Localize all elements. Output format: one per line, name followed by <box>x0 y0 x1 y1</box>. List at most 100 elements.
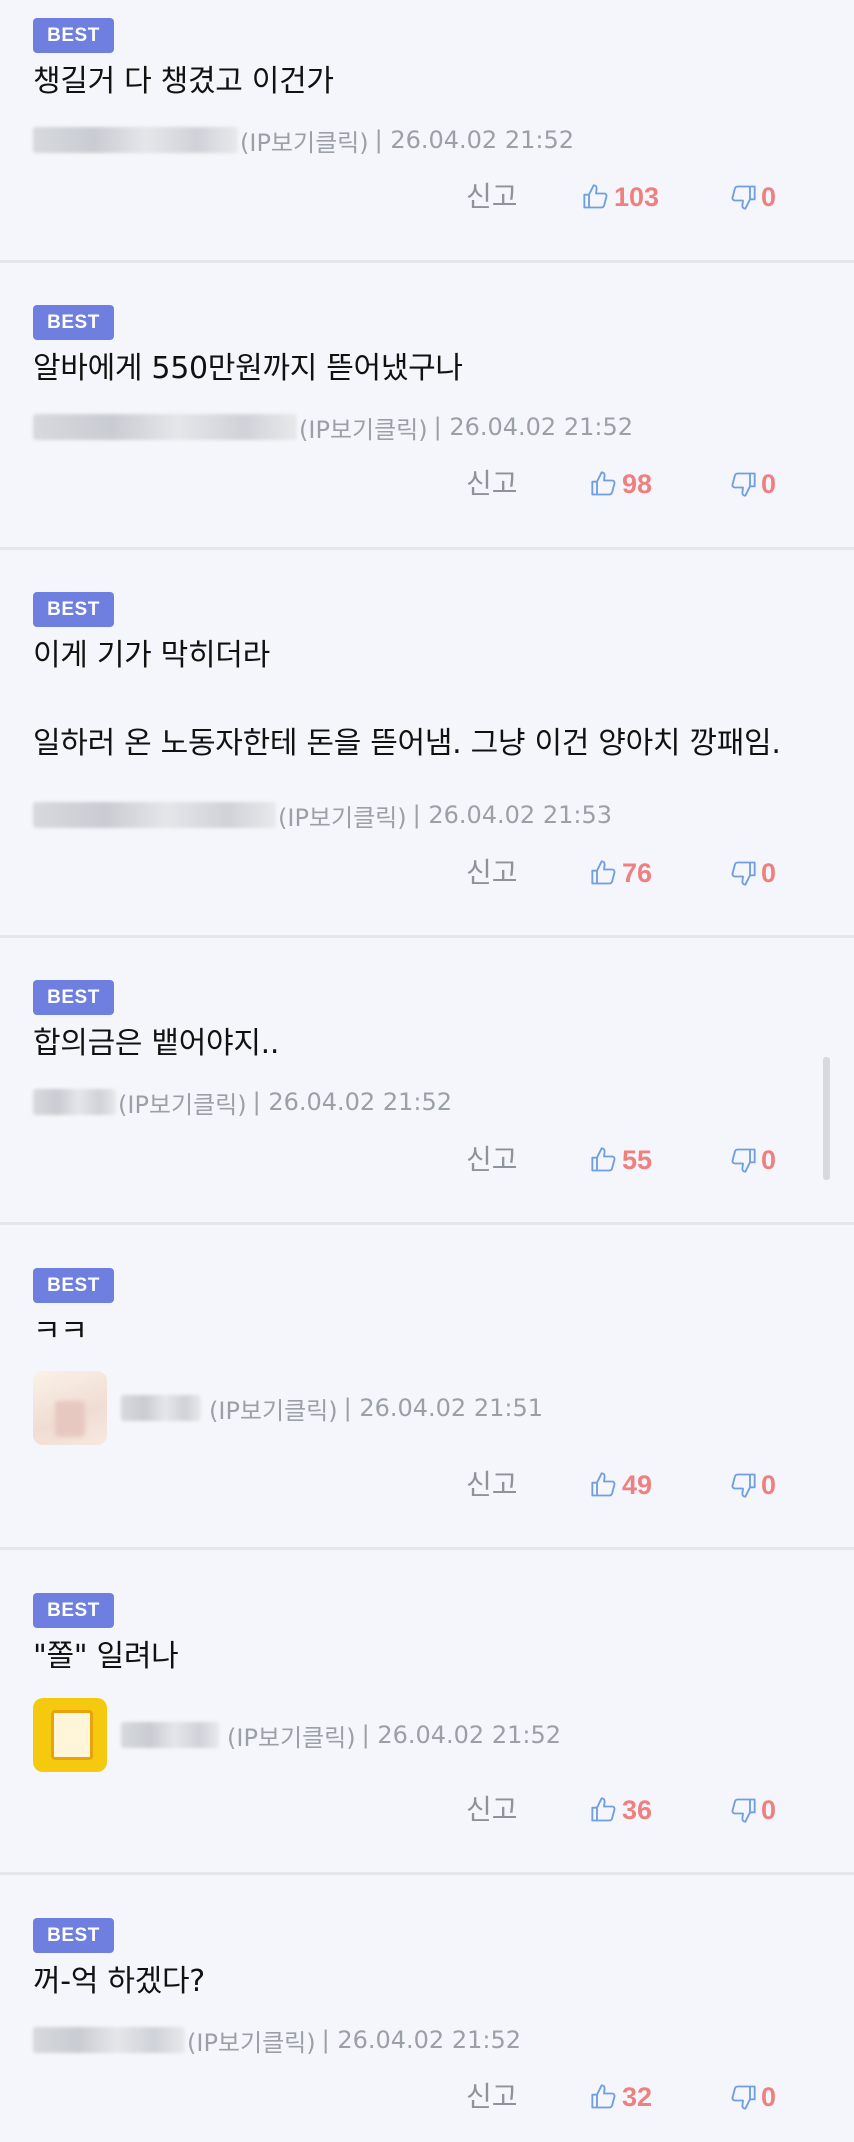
report-button[interactable]: 신고 <box>466 2077 518 2117</box>
report-button[interactable]: 신고 <box>466 853 518 893</box>
comment-meta: (IP보기클릭) | 26.04.02 21:52 <box>33 1698 561 1772</box>
comment-item: BEST 합의금은 뱉어야지.. (IP보기클릭) | 26.04.02 21:… <box>0 938 854 1225</box>
like-button[interactable]: 98 <box>590 464 652 504</box>
comment-meta: (IP보기클릭) | 26.04.02 21:52 <box>33 407 633 447</box>
author-name-blurred[interactable] <box>33 2027 185 2053</box>
best-badge: BEST <box>33 1268 114 1303</box>
comment-item: BEST 이게 기가 막히더라 일하러 온 노동자한테 돈을 뜯어냄. 그냥 이… <box>0 550 854 938</box>
best-badge: BEST <box>33 1918 114 1953</box>
comment-item: BEST 꺼-억 하겠다? (IP보기클릭) | 26.04.02 21:52 … <box>0 1875 854 2142</box>
author-name-blurred[interactable] <box>33 414 297 440</box>
dislike-button[interactable]: 0 <box>729 177 776 217</box>
dislike-button[interactable]: 0 <box>729 1790 776 1830</box>
like-count: 76 <box>622 857 653 888</box>
thumbs-up-icon <box>591 1797 616 1822</box>
comment-text: ㅋㅋ <box>33 1314 88 1340</box>
dislike-button[interactable]: 0 <box>729 2077 776 2117</box>
comment-text: 이게 기가 막히더라 일하러 온 노동자한테 돈을 뜯어냄. 그냥 이건 양아치… <box>33 638 781 761</box>
comment-date: | 26.04.02 21:52 <box>433 413 633 441</box>
comment-text: 알바에게 550만원까지 뜯어냈구나 <box>33 351 463 386</box>
author-name-blurred[interactable] <box>121 1722 219 1748</box>
author-name-blurred[interactable] <box>121 1395 201 1421</box>
like-button[interactable]: 103 <box>582 177 659 217</box>
dislike-count: 0 <box>761 857 777 888</box>
comment-item: BEST 챙길거 다 챙겼고 이건가 (IP보기클릭) | 26.04.02 2… <box>0 0 854 263</box>
thumbs-up-icon <box>591 2084 616 2109</box>
thumbs-down-icon <box>731 472 756 497</box>
like-button[interactable]: 76 <box>590 853 652 893</box>
like-count: 98 <box>622 468 653 499</box>
thumbs-up-icon <box>591 860 616 885</box>
user-avatar[interactable] <box>33 1698 107 1772</box>
ip-link[interactable]: (IP보기클릭) <box>278 798 407 833</box>
thumbs-up-icon <box>591 471 616 496</box>
best-badge: BEST <box>33 980 114 1015</box>
comment-actions: 신고 32 0 <box>0 2077 854 2117</box>
dislike-count: 0 <box>761 1794 777 1825</box>
dislike-button[interactable]: 0 <box>729 1465 776 1505</box>
best-badge: BEST <box>33 305 114 340</box>
comment-actions: 신고 49 0 <box>0 1465 854 1505</box>
comment-text: 합의금은 뱉어야지.. <box>33 1026 280 1061</box>
scrollbar-thumb[interactable] <box>823 1057 830 1180</box>
comment-meta: (IP보기클릭) | 26.04.02 21:52 <box>33 1082 452 1122</box>
thumbs-up-icon <box>591 1472 616 1497</box>
dislike-count: 0 <box>761 181 777 212</box>
comment-date: | 26.04.02 21:52 <box>361 1721 561 1749</box>
report-button[interactable]: 신고 <box>466 1140 518 1180</box>
comment-meta: (IP보기클릭) | 26.04.02 21:52 <box>33 120 574 160</box>
author-name-blurred[interactable] <box>33 802 276 828</box>
like-button[interactable]: 49 <box>590 1465 652 1505</box>
ip-link[interactable]: (IP보기클릭) <box>227 1718 356 1753</box>
comment-date: | 26.04.02 21:51 <box>343 1394 543 1422</box>
dislike-button[interactable]: 0 <box>729 853 776 893</box>
comment-date: | 26.04.02 21:52 <box>252 1088 452 1116</box>
thumbs-down-icon <box>731 1798 756 1823</box>
report-button[interactable]: 신고 <box>466 464 518 504</box>
like-count: 36 <box>622 1794 653 1825</box>
dislike-button[interactable]: 0 <box>729 1140 776 1180</box>
like-count: 55 <box>622 1144 653 1175</box>
thumbs-up-icon <box>583 184 608 209</box>
thumbs-down-icon <box>731 1148 756 1173</box>
like-count: 103 <box>614 181 660 212</box>
comment-item: BEST ㅋㅋ (IP보기클릭) | 26.04.02 21:51 신고 49 … <box>0 1225 854 1550</box>
dislike-count: 0 <box>761 1144 777 1175</box>
author-name-blurred[interactable] <box>33 127 238 153</box>
like-button[interactable]: 55 <box>590 1140 652 1180</box>
ip-link[interactable]: (IP보기클릭) <box>299 410 428 445</box>
comment-meta: (IP보기클릭) | 26.04.02 21:52 <box>33 2020 521 2060</box>
user-avatar[interactable] <box>33 1371 107 1445</box>
comment-date: | 26.04.02 21:52 <box>374 126 574 154</box>
comment-item: BEST 알바에게 550만원까지 뜯어냈구나 (IP보기클릭) | 26.04… <box>0 263 854 550</box>
dislike-count: 0 <box>761 2081 777 2112</box>
dislike-count: 0 <box>761 468 777 499</box>
thumbs-down-icon <box>731 185 756 210</box>
like-count: 32 <box>622 2081 653 2112</box>
ip-link[interactable]: (IP보기클릭) <box>118 1085 247 1120</box>
comment-actions: 신고 103 0 <box>0 177 854 217</box>
comment-actions: 신고 76 0 <box>0 853 854 893</box>
comment-meta: (IP보기클릭) | 26.04.02 21:51 <box>33 1371 543 1445</box>
best-badge: BEST <box>33 18 114 53</box>
like-button[interactable]: 36 <box>590 1790 652 1830</box>
comment-item: BEST "쫄" 일려나 (IP보기클릭) | 26.04.02 21:52 신… <box>0 1550 854 1875</box>
thumbs-down-icon <box>731 861 756 886</box>
dislike-button[interactable]: 0 <box>729 464 776 504</box>
comment-actions: 신고 98 0 <box>0 464 854 504</box>
ip-link[interactable]: (IP보기클릭) <box>209 1391 338 1426</box>
report-button[interactable]: 신고 <box>466 1465 518 1505</box>
like-button[interactable]: 32 <box>590 2077 652 2117</box>
comment-date: | 26.04.02 21:53 <box>412 801 612 829</box>
ip-link[interactable]: (IP보기클릭) <box>240 123 369 158</box>
comment-actions: 신고 36 0 <box>0 1790 854 1830</box>
ip-link[interactable]: (IP보기클릭) <box>187 2023 316 2058</box>
report-button[interactable]: 신고 <box>466 177 518 217</box>
comment-text: "쫄" 일려나 <box>33 1639 179 1674</box>
comment-actions: 신고 55 0 <box>0 1140 854 1180</box>
report-button[interactable]: 신고 <box>466 1790 518 1830</box>
thumbs-down-icon <box>731 1473 756 1498</box>
best-badge: BEST <box>33 592 114 627</box>
best-badge: BEST <box>33 1593 114 1628</box>
author-name-blurred[interactable] <box>33 1089 116 1115</box>
